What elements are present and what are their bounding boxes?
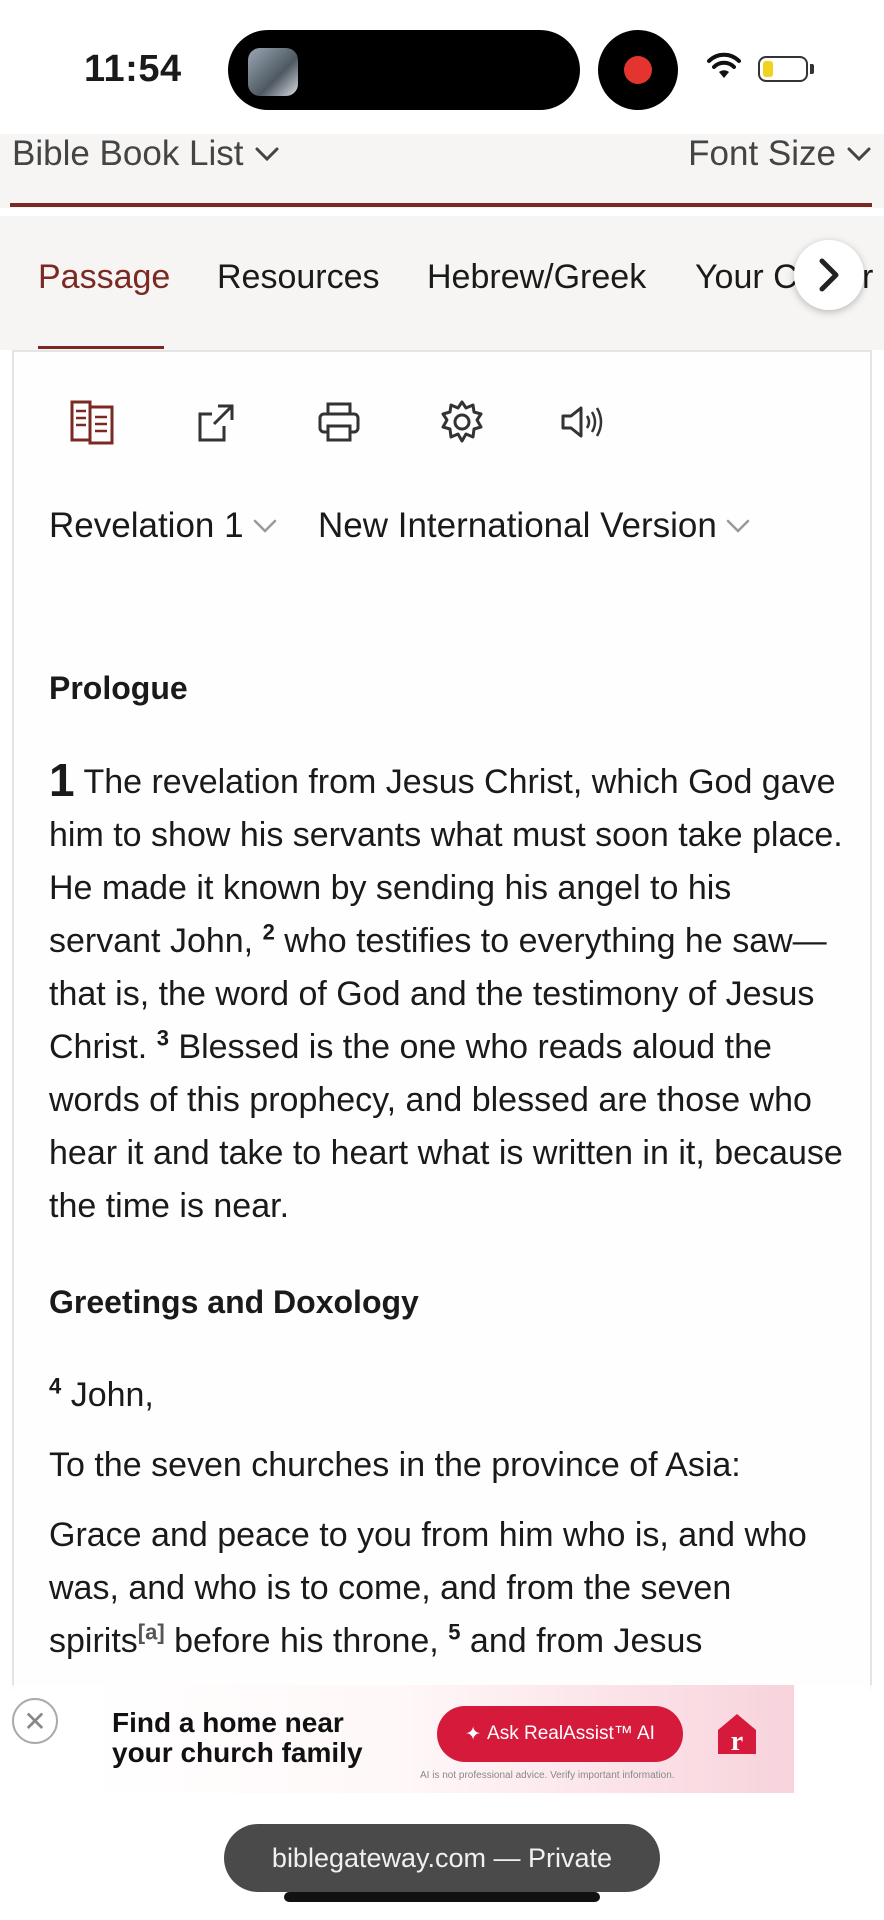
verse-3-text: Blessed is the one who reads aloud the w… (49, 1028, 843, 1225)
home-indicator (284, 1892, 600, 1902)
bible-book-list-dropdown[interactable]: Bible Book List (12, 134, 280, 174)
battery-icon (758, 56, 808, 82)
passage-paragraph-4: Grace and peace to you from him who is, … (49, 1509, 849, 1668)
battery-level (763, 61, 773, 77)
verse-number: 2 (262, 919, 275, 945)
tab-bar: Passage Resources Hebrew/Greek Your C r (0, 216, 884, 350)
browser-url-bar[interactable]: biblegateway.com — Private (224, 1824, 660, 1892)
grace-text-continued: before his throne, (174, 1622, 439, 1660)
passage-paragraph-1: 1 The revelation from Jesus Christ, whic… (49, 754, 849, 1233)
audio-icon[interactable] (558, 396, 610, 448)
verse-5-text: and from Jesus (469, 1622, 703, 1660)
version-selector[interactable]: New International Version (318, 506, 751, 546)
top-bar: Bible Book List Font Size (0, 134, 884, 208)
section-heading-prologue: Prologue (49, 670, 188, 706)
ad-close-button[interactable]: ✕ (12, 1698, 58, 1744)
passage-paragraph-3: To the seven churches in the province of… (49, 1446, 741, 1484)
section-heading-greetings: Greetings and Doxology (49, 1284, 419, 1320)
tab-passage[interactable]: Passage (38, 258, 170, 297)
ad-cta-label: Ask RealAssist™ AI (487, 1723, 655, 1744)
chevron-right-icon (819, 258, 839, 292)
font-size-label: Font Size (688, 134, 836, 173)
chapter-number: 1 (49, 754, 75, 806)
passage-paragraph-2: 4 John, (49, 1369, 849, 1422)
tab-hebrew-greek[interactable]: Hebrew/Greek (427, 258, 646, 297)
ad-headline: Find a home near your church family (112, 1707, 363, 1768)
video-thumbnail (248, 48, 298, 96)
tab-your-content[interactable]: Your C (695, 258, 798, 297)
active-tab-indicator (38, 346, 164, 349)
version-selector-label: New International Version (318, 506, 717, 545)
tab-resources[interactable]: Resources (217, 258, 380, 297)
footnote-link[interactable]: [a] (138, 1620, 165, 1645)
chevron-down-icon (847, 147, 871, 162)
chevron-down-icon (255, 147, 279, 162)
clock: 11:54 (84, 48, 182, 90)
settings-icon[interactable] (436, 396, 488, 448)
chevron-down-icon (726, 519, 750, 533)
ad-disclaimer: AI is not professional advice. Verify im… (420, 1770, 675, 1781)
chevron-down-icon (253, 519, 276, 533)
parallel-icon[interactable] (67, 396, 119, 448)
top-bar-divider (10, 203, 872, 207)
recording-indicator (598, 30, 678, 110)
verse-4-text: John, (70, 1376, 154, 1414)
passage-selector[interactable]: Revelation 1 (49, 506, 278, 546)
dynamic-island (228, 30, 580, 110)
bible-book-list-label: Bible Book List (12, 134, 244, 173)
status-bar: 11:54 (0, 0, 884, 134)
sparkle-icon: ✦ (465, 1723, 482, 1745)
passage-selector-label: Revelation 1 (49, 506, 244, 545)
tabs-scroll-next-button[interactable] (794, 240, 864, 310)
realtor-logo-icon: r (718, 1714, 756, 1756)
font-size-dropdown[interactable]: Font Size (688, 134, 872, 174)
verse-number: 4 (49, 1373, 62, 1399)
battery-nub (810, 64, 814, 74)
ad-cta-button[interactable]: ✦ Ask RealAssist™ AI (437, 1706, 683, 1762)
svg-text:r: r (731, 1726, 743, 1756)
verse-number: 5 (448, 1619, 461, 1645)
print-icon[interactable] (313, 396, 365, 448)
verse-number: 3 (156, 1025, 169, 1051)
wifi-icon (707, 52, 741, 78)
share-icon[interactable] (190, 396, 242, 448)
record-dot-icon (624, 56, 652, 84)
